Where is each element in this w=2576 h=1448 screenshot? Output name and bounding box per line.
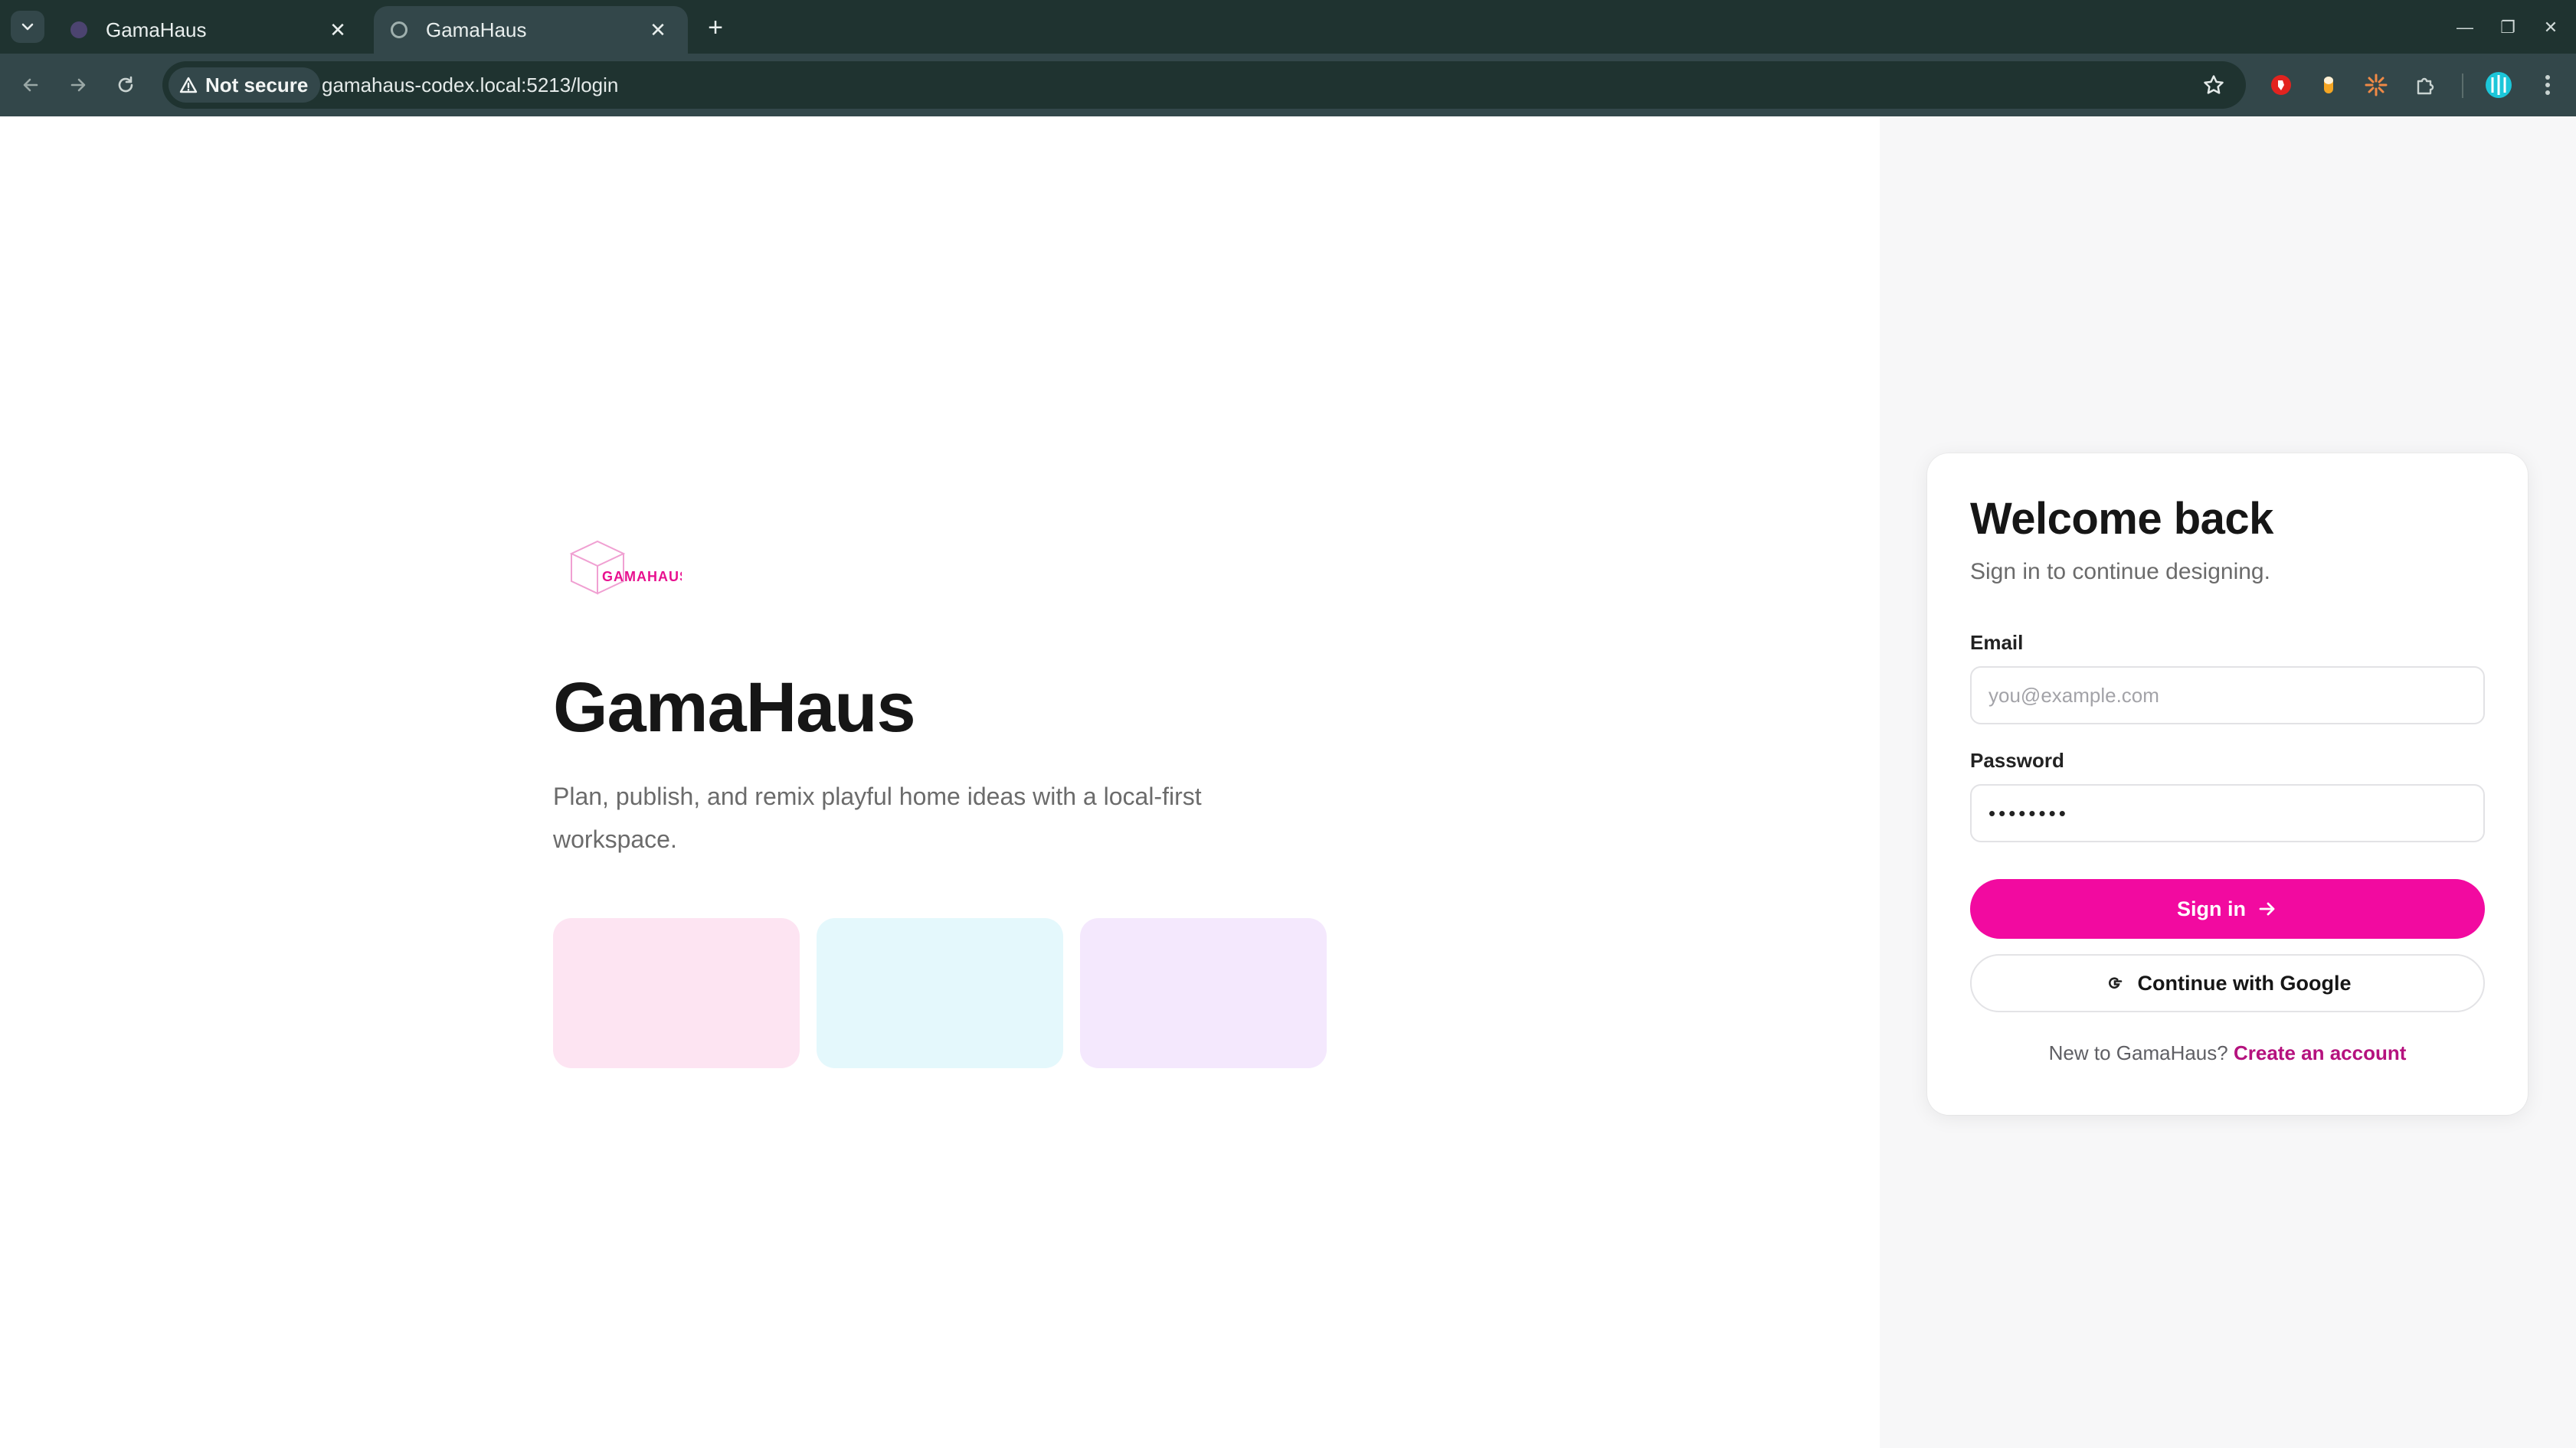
reload-icon	[118, 76, 133, 93]
swatch-lavender	[1080, 918, 1327, 1068]
password-field[interactable]	[1970, 784, 2485, 842]
google-sign-in-button[interactable]: Continue with Google	[1970, 954, 2485, 1012]
gamahaus-logo: GAMAHAUS	[567, 526, 689, 603]
back-icon	[23, 78, 38, 92]
signup-prompt: New to GamaHaus?	[2048, 1041, 2228, 1064]
tab-title: GamaHaus	[426, 18, 527, 41]
globe-icon	[391, 21, 408, 38]
close-icon[interactable]: ✕	[645, 17, 671, 43]
sign-in-label: Sign in	[2177, 897, 2246, 920]
extension-sun-icon[interactable]	[2359, 68, 2393, 102]
google-sign-in-label: Continue with Google	[2137, 971, 2352, 995]
new-tab-button[interactable]: +	[699, 11, 732, 44]
forward-button[interactable]	[61, 68, 95, 102]
tab-gamahaus-1[interactable]: GamaHaus ✕	[54, 6, 368, 54]
brand-tagline: Plan, publish, and remix playful home id…	[553, 783, 1202, 853]
logo-text: GAMAHAUS	[602, 569, 682, 584]
chevron-down-icon	[21, 23, 34, 31]
url-text[interactable]: gamahaus-codex.local:5213/login	[322, 61, 618, 109]
toolbar-divider	[2462, 74, 2463, 98]
minimize-icon[interactable]: —	[2450, 12, 2480, 43]
brand-title: GamaHaus	[553, 668, 916, 747]
email-field[interactable]	[1970, 666, 2485, 724]
warning-icon	[179, 77, 198, 93]
security-chip[interactable]: Not secure	[169, 67, 321, 103]
window-close-icon[interactable]: ✕	[2535, 12, 2566, 43]
login-title: Welcome back	[1970, 494, 2273, 544]
sign-in-button[interactable]: Sign in	[1970, 879, 2485, 939]
address-bar[interactable]: Not secure gamahaus-codex.local:5213/log…	[162, 61, 2246, 109]
profile-avatar[interactable]	[2482, 68, 2515, 102]
svg-text:GAMAHAUS: GAMAHAUS	[602, 569, 682, 584]
login-subtitle: Sign in to continue designing.	[1970, 559, 2270, 584]
back-button[interactable]	[14, 68, 47, 102]
password-label: Password	[1970, 749, 2064, 772]
extension-red-icon[interactable]	[2264, 68, 2298, 102]
browser-titlebar: GamaHaus ✕ GamaHaus ✕ + — ❐ ✕	[0, 0, 2576, 54]
login-page: GAMAHAUS GamaHaus Plan, publish, and rem…	[0, 116, 2576, 1448]
close-icon[interactable]: ✕	[325, 17, 351, 43]
forward-icon	[70, 78, 86, 92]
google-icon	[2108, 977, 2122, 989]
tab-search-button[interactable]	[11, 11, 44, 43]
email-label: Email	[1970, 631, 2024, 654]
favicon-icon	[70, 21, 87, 38]
swatch-pink	[553, 918, 800, 1068]
login-card: Welcome back Sign in to continue designi…	[1927, 453, 2528, 1115]
create-account-link[interactable]: Create an account	[2234, 1041, 2406, 1064]
menu-icon[interactable]	[2531, 68, 2565, 102]
tab-gamahaus-2[interactable]: GamaHaus ✕	[374, 6, 688, 54]
arrow-right-icon	[2259, 902, 2275, 916]
swatch-cyan	[817, 918, 1063, 1068]
tab-title: GamaHaus	[106, 18, 207, 41]
signup-row: New to GamaHaus? Create an account	[1927, 1041, 2528, 1065]
browser-toolbar: Not secure gamahaus-codex.local:5213/log…	[0, 54, 2576, 116]
extension-orange-icon[interactable]	[2312, 68, 2345, 102]
bookmark-star-icon[interactable]	[2198, 70, 2229, 100]
extension-icon[interactable]	[2408, 68, 2442, 102]
restore-icon[interactable]: ❐	[2493, 12, 2523, 43]
reload-button[interactable]	[109, 68, 142, 102]
security-label: Not secure	[205, 73, 309, 96]
